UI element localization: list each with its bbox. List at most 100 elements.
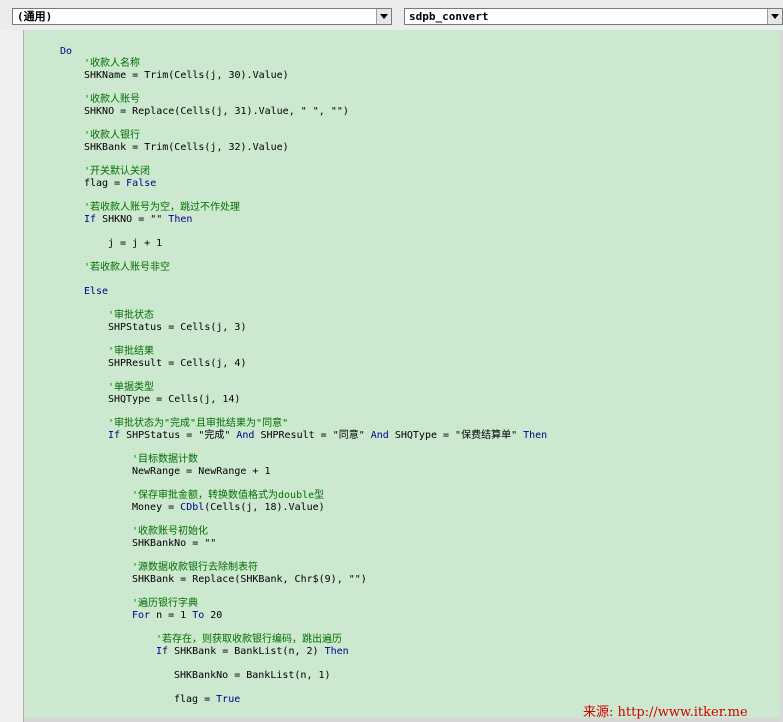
code-comment: '若收款人账号非空 — [84, 262, 171, 273]
code-keyword: If — [156, 646, 169, 657]
code-text: 20 — [204, 610, 223, 621]
code-line: For n = 1 To 20 — [132, 610, 222, 622]
code-line: SHKBank = Replace(SHKBank, Chr$(9), "") — [132, 574, 367, 586]
code-text: SHQType = "保费结算单" — [388, 430, 524, 441]
code-comment: '收款人银行 — [84, 130, 141, 141]
code-keyword: Do — [60, 46, 73, 57]
procedure-dropdown[interactable]: sdpb_convert — [404, 8, 783, 25]
code-text: SHQType = Cells(j, 14) — [108, 394, 241, 405]
procedure-toolbar: (通用) sdpb_convert — [0, 0, 783, 30]
code-comment: '开关默认关闭 — [84, 166, 151, 177]
code-text: SHKName = Trim(Cells(j, 30).Value) — [84, 70, 289, 81]
object-dropdown-value: (通用) — [17, 10, 53, 23]
code-line: flag = True — [174, 694, 240, 706]
code-keyword: Then — [523, 430, 548, 441]
code-text: SHKNO = Replace(Cells(j, 31).Value, " ",… — [84, 106, 349, 117]
code-line: NewRange = NewRange + 1 — [132, 466, 270, 478]
code-comment: '审批状态为"完成"且审批结果为"同意" — [108, 418, 289, 429]
code-comment: '目标数据计数 — [132, 454, 199, 465]
code-text: Money = — [132, 502, 181, 513]
code-comment-line: '保存审批金额，转换数值格式为double型 — [132, 490, 324, 502]
code-comment-line: '若存在，则获取收款银行编码，跳出遍历 — [156, 634, 342, 646]
code-line: SHQType = Cells(j, 14) — [108, 394, 240, 406]
code-line: Money = CDbl(Cells(j, 18).Value) — [132, 502, 325, 514]
code-comment-line: '收款人账号 — [84, 94, 140, 106]
code-comment: '保存审批金额，转换数值格式为double型 — [132, 490, 325, 501]
code-line: flag = False — [84, 178, 156, 190]
code-comment: '若存在，则获取收款银行编码，跳出遍历 — [156, 634, 343, 645]
code-line: Else — [84, 286, 108, 298]
code-comment: '单据类型 — [108, 382, 155, 393]
code-text: SHKBank = Trim(Cells(j, 32).Value) — [84, 142, 289, 153]
code-text: (Cells(j, 18).Value) — [204, 502, 325, 513]
code-keyword: Then — [168, 214, 193, 225]
code-comment-line: '审批状态为"完成"且审批结果为"同意" — [108, 418, 288, 430]
code-keyword: True — [216, 694, 241, 705]
code-text: NewRange = NewRange + 1 — [132, 466, 271, 477]
code-text: SHPResult = "同意" — [254, 430, 371, 441]
code-line: If SHPStatus = "完成" And SHPResult = "同意"… — [108, 430, 547, 442]
code-keyword: To — [192, 610, 205, 621]
code-line: Do — [60, 46, 72, 58]
code-keyword: And — [236, 430, 255, 441]
code-keyword: Else — [84, 286, 109, 297]
code-line: SHKBankNo = BankList(n, 1) — [174, 670, 331, 682]
code-comment-line: '目标数据计数 — [132, 454, 198, 466]
code-text: SHPStatus = Cells(j, 3) — [108, 322, 247, 333]
code-keyword: And — [370, 430, 389, 441]
code-comment: '审批结果 — [108, 346, 155, 357]
code-keyword: False — [126, 178, 157, 189]
code-comment-line: '若收款人账号非空 — [84, 262, 170, 274]
code-text: SHKBank = Replace(SHKBank, Chr$(9), "") — [132, 574, 367, 585]
code-line: j = j + 1 — [108, 238, 162, 250]
code-text: SHKNO = "" — [96, 214, 169, 225]
code-comment-line: '收款人银行 — [84, 130, 140, 142]
code-keyword: If — [84, 214, 97, 225]
code-editor[interactable]: Do '收款人名称 SHKName = Trim(Cells(j, 30).Valu… — [0, 30, 783, 722]
code-line: SHKName = Trim(Cells(j, 30).Value) — [84, 70, 289, 82]
code-text: SHKBank = BankList(n, 2) — [168, 646, 325, 657]
code-line: SHPResult = Cells(j, 4) — [108, 358, 246, 370]
code-comment: '收款人名称 — [84, 58, 141, 69]
code-text: j = j + 1 — [108, 238, 163, 249]
chevron-down-icon[interactable] — [376, 9, 391, 24]
code-keyword: For — [132, 610, 151, 621]
margin-indicator-bar[interactable] — [0, 30, 24, 722]
code-comment: '审批状态 — [108, 310, 155, 321]
procedure-dropdown-value: sdpb_convert — [409, 10, 489, 23]
code-window[interactable]: Do '收款人名称 SHKName = Trim(Cells(j, 30).Valu… — [24, 30, 780, 722]
code-text: SHKBankNo = "" — [132, 538, 217, 549]
code-keyword: Then — [324, 646, 349, 657]
code-line: If SHKBank = BankList(n, 2) Then — [156, 646, 349, 658]
code-line: If SHKNO = "" Then — [84, 214, 192, 226]
code-comment-line: '源数据收款银行去除制表符 — [132, 562, 258, 574]
code-comment-line: '若收款人账号为空，跳过不作处理 — [84, 202, 240, 214]
code-comment-line: '单据类型 — [108, 382, 154, 394]
code-keyword: If — [108, 430, 121, 441]
code-comment-line: '审批结果 — [108, 346, 154, 358]
code-comment: '遍历银行字典 — [132, 598, 199, 609]
code-comment-line: '开关默认关闭 — [84, 166, 150, 178]
code-keyword: CDbl — [180, 502, 205, 513]
code-text: SHPStatus = "完成" — [120, 430, 237, 441]
code-line: SHKBankNo = "" — [132, 538, 216, 550]
code-text: flag = — [174, 694, 217, 705]
code-comment: '若收款人账号为空，跳过不作处理 — [84, 202, 241, 213]
code-comment: '源数据收款银行去除制表符 — [132, 562, 259, 573]
chevron-down-icon[interactable] — [767, 9, 782, 24]
code-text: SHPResult = Cells(j, 4) — [108, 358, 247, 369]
object-dropdown[interactable]: (通用) — [12, 8, 392, 25]
code-comment-line: '遍历银行字典 — [132, 598, 198, 610]
source-watermark: 来源: http://www.itker.me — [583, 705, 748, 720]
code-comment: '收款账号初始化 — [132, 526, 209, 537]
code-line: SHKBank = Trim(Cells(j, 32).Value) — [84, 142, 289, 154]
code-text: n = 1 — [150, 610, 193, 621]
code-comment-line: '审批状态 — [108, 310, 154, 322]
code-comment-line: '收款人名称 — [84, 58, 140, 70]
code-comment: '收款人账号 — [84, 94, 141, 105]
code-text: SHKBankNo = BankList(n, 1) — [174, 670, 331, 681]
code-line: SHPStatus = Cells(j, 3) — [108, 322, 246, 334]
code-comment-line: '收款账号初始化 — [132, 526, 208, 538]
code-text: flag = — [84, 178, 127, 189]
code-line: SHKNO = Replace(Cells(j, 31).Value, " ",… — [84, 106, 349, 118]
